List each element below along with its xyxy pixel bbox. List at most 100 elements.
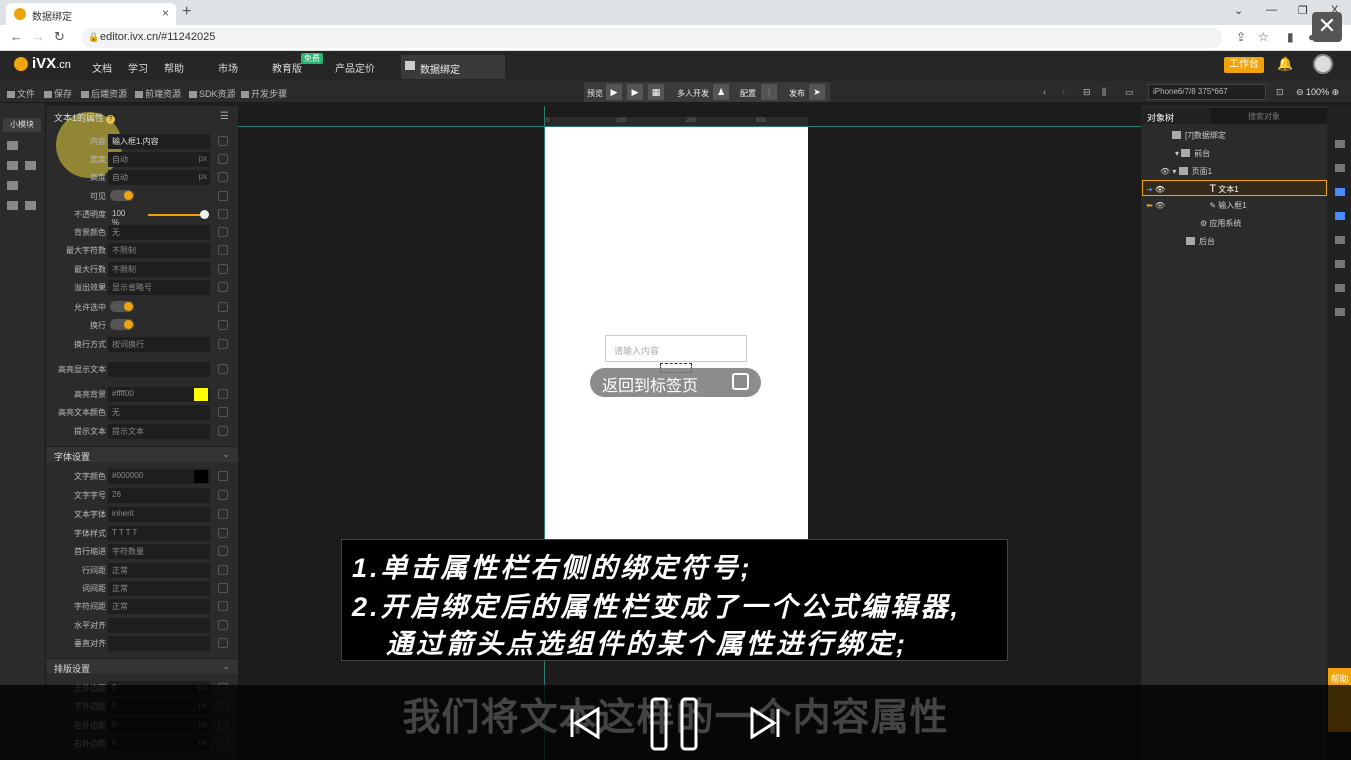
share-icon[interactable]: ⇪ xyxy=(1236,30,1246,44)
prop-input[interactable]: T T T T xyxy=(108,526,210,541)
menu-icon[interactable]: ☰ xyxy=(220,111,229,122)
adjust-icon[interactable] xyxy=(7,161,18,170)
bind-link-icon[interactable] xyxy=(218,264,228,274)
tree-app-system[interactable]: ⚙ 应用系统 xyxy=(1200,218,1241,229)
slider-thumb[interactable] xyxy=(200,210,209,219)
bind-link-icon[interactable] xyxy=(218,528,228,538)
prop-input[interactable]: 26 xyxy=(108,488,210,503)
tab-object-tree[interactable]: 对象树 xyxy=(1147,111,1174,124)
toggle-switch[interactable] xyxy=(110,301,134,312)
function-icon[interactable] xyxy=(1335,212,1345,220)
toggle-switch[interactable] xyxy=(110,190,134,201)
play-icon[interactable]: ▶ xyxy=(606,84,622,100)
color-swatch[interactable] xyxy=(194,388,208,401)
prop-input[interactable]: 显示省略号 xyxy=(108,280,210,295)
target-icon[interactable] xyxy=(1335,284,1345,292)
bind-link-icon[interactable] xyxy=(218,546,228,556)
tab-list-icon[interactable]: ⌄ xyxy=(1234,4,1243,17)
toolbar-backend[interactable]: 后端资源 xyxy=(81,87,127,100)
code-icon[interactable] xyxy=(25,161,36,170)
prop-input[interactable] xyxy=(108,636,210,651)
copy-icon[interactable] xyxy=(1335,236,1345,244)
input-box-1[interactable]: 请输入内容 xyxy=(605,335,747,362)
prop-input[interactable]: 不限制 xyxy=(108,262,210,277)
sidepanel-icon[interactable]: ▮ xyxy=(1287,30,1294,44)
bind-link-icon[interactable] xyxy=(218,282,228,292)
grid-icon[interactable] xyxy=(1335,164,1345,172)
tree-input1[interactable]: ⬅ 👁 ✎ 输入框1 xyxy=(1146,200,1247,211)
bind-link-icon[interactable] xyxy=(218,172,228,182)
toolbar-sdk[interactable]: SDK资源 xyxy=(189,87,236,100)
prop-input[interactable]: 正常 xyxy=(108,599,210,614)
prop-input[interactable]: 自动 px xyxy=(108,170,210,185)
prop-input[interactable]: 输入框1.内容 xyxy=(108,134,210,149)
toolbar-steps[interactable]: 开发步骤 xyxy=(241,87,287,100)
layout-section-header[interactable]: 排版设置 ⌄ xyxy=(46,658,238,674)
restore-button[interactable]: ❐ xyxy=(1298,4,1308,17)
prop-input[interactable] xyxy=(108,618,210,633)
prop-input[interactable]: 字符数量 xyxy=(108,544,210,559)
phone-canvas[interactable] xyxy=(545,127,808,540)
menu-pricing[interactable]: 产品定价 xyxy=(335,60,375,75)
opacity-slider[interactable] xyxy=(148,214,206,216)
toolbar-frontend[interactable]: 前端资源 xyxy=(135,87,181,100)
avatar[interactable] xyxy=(1313,54,1333,74)
prop-input[interactable]: 无 xyxy=(108,405,210,420)
bind-link-icon[interactable] xyxy=(218,136,228,146)
back-to-tab-button[interactable]: 返回到标签页 xyxy=(590,368,761,397)
tree-backend[interactable]: 后台 xyxy=(1186,236,1215,247)
h5-alt-icon[interactable] xyxy=(25,201,36,210)
object-search[interactable]: 搜索对象 xyxy=(1210,108,1330,124)
font-section-header[interactable]: 字体设置 ⌄ xyxy=(46,446,238,462)
send-icon[interactable]: ➤ xyxy=(809,84,825,100)
color-swatch[interactable] xyxy=(194,470,208,483)
project-tab[interactable]: 数据绑定 xyxy=(401,55,505,79)
info-icon[interactable] xyxy=(1335,140,1345,148)
prop-input[interactable]: 自动 px xyxy=(108,152,210,167)
zoom-control[interactable]: ⊖ 100% ⊕ xyxy=(1296,87,1339,98)
tree-page1[interactable]: 👁 ▾ 页面1 xyxy=(1160,166,1212,177)
monitor-icon[interactable]: ▭ xyxy=(1125,87,1134,98)
forward-arrow-icon[interactable]: → xyxy=(32,29,45,44)
menu-docs[interactable]: 文档 xyxy=(92,60,112,75)
bind-link-icon[interactable] xyxy=(218,583,228,593)
qr-icon[interactable]: ▦ xyxy=(648,84,664,100)
layers-icon[interactable] xyxy=(7,181,18,190)
toolbar-save[interactable]: 保存 xyxy=(44,87,72,100)
bind-link-icon[interactable] xyxy=(218,302,228,312)
bind-link-icon[interactable] xyxy=(218,191,228,201)
device-select[interactable]: iPhone6/7/8 375*667 xyxy=(1148,84,1266,100)
browser-tab[interactable]: 数据绑定 × xyxy=(6,3,176,25)
h5-icon[interactable] xyxy=(7,201,18,210)
toggle-switch[interactable] xyxy=(110,319,134,330)
rail-tab-modules[interactable]: 小模块 xyxy=(3,118,41,132)
bind-link-icon[interactable] xyxy=(218,407,228,417)
url-field[interactable]: 🔒 editor.ivx.cn/#11242025 xyxy=(82,28,1222,48)
edit-icon[interactable] xyxy=(7,141,18,150)
bind-link-icon[interactable] xyxy=(218,339,228,349)
users-icon[interactable]: ♟ xyxy=(713,84,729,100)
fit-icon[interactable]: ⊡ xyxy=(1276,87,1284,98)
next-track-icon[interactable] xyxy=(748,707,782,739)
help-icon[interactable]: ? xyxy=(106,115,116,124)
prop-input[interactable]: 提示文本 xyxy=(108,424,210,439)
toolbar-file[interactable]: 文件 xyxy=(7,87,35,100)
bind-link-icon[interactable] xyxy=(218,209,228,219)
previous-track-icon[interactable] xyxy=(568,707,602,739)
prop-input[interactable]: 按词换行 xyxy=(108,337,210,352)
tree-text1[interactable]: ➔ 👁 T 文本1 xyxy=(1146,183,1239,195)
menu-learn[interactable]: 学习 xyxy=(128,60,148,75)
prop-input[interactable]: 无 xyxy=(108,225,210,240)
bind-link-icon[interactable] xyxy=(218,471,228,481)
prop-input[interactable]: 正常 xyxy=(108,563,210,578)
menu-education[interactable]: 教育版 xyxy=(272,60,302,75)
align-icon[interactable]: ⊟ xyxy=(1083,87,1091,98)
prop-input[interactable]: inherit xyxy=(108,507,210,522)
bind-link-icon[interactable] xyxy=(218,320,228,330)
distribute-icon[interactable]: ⫼ xyxy=(1102,87,1106,98)
tree-root[interactable]: [7]数据绑定 xyxy=(1172,130,1226,141)
bind-link-icon[interactable] xyxy=(218,227,228,237)
bind-link-icon[interactable] xyxy=(218,565,228,575)
overlay-close-button[interactable]: ✕ xyxy=(1312,12,1342,42)
workbench-button[interactable]: 工作台 xyxy=(1224,57,1264,73)
